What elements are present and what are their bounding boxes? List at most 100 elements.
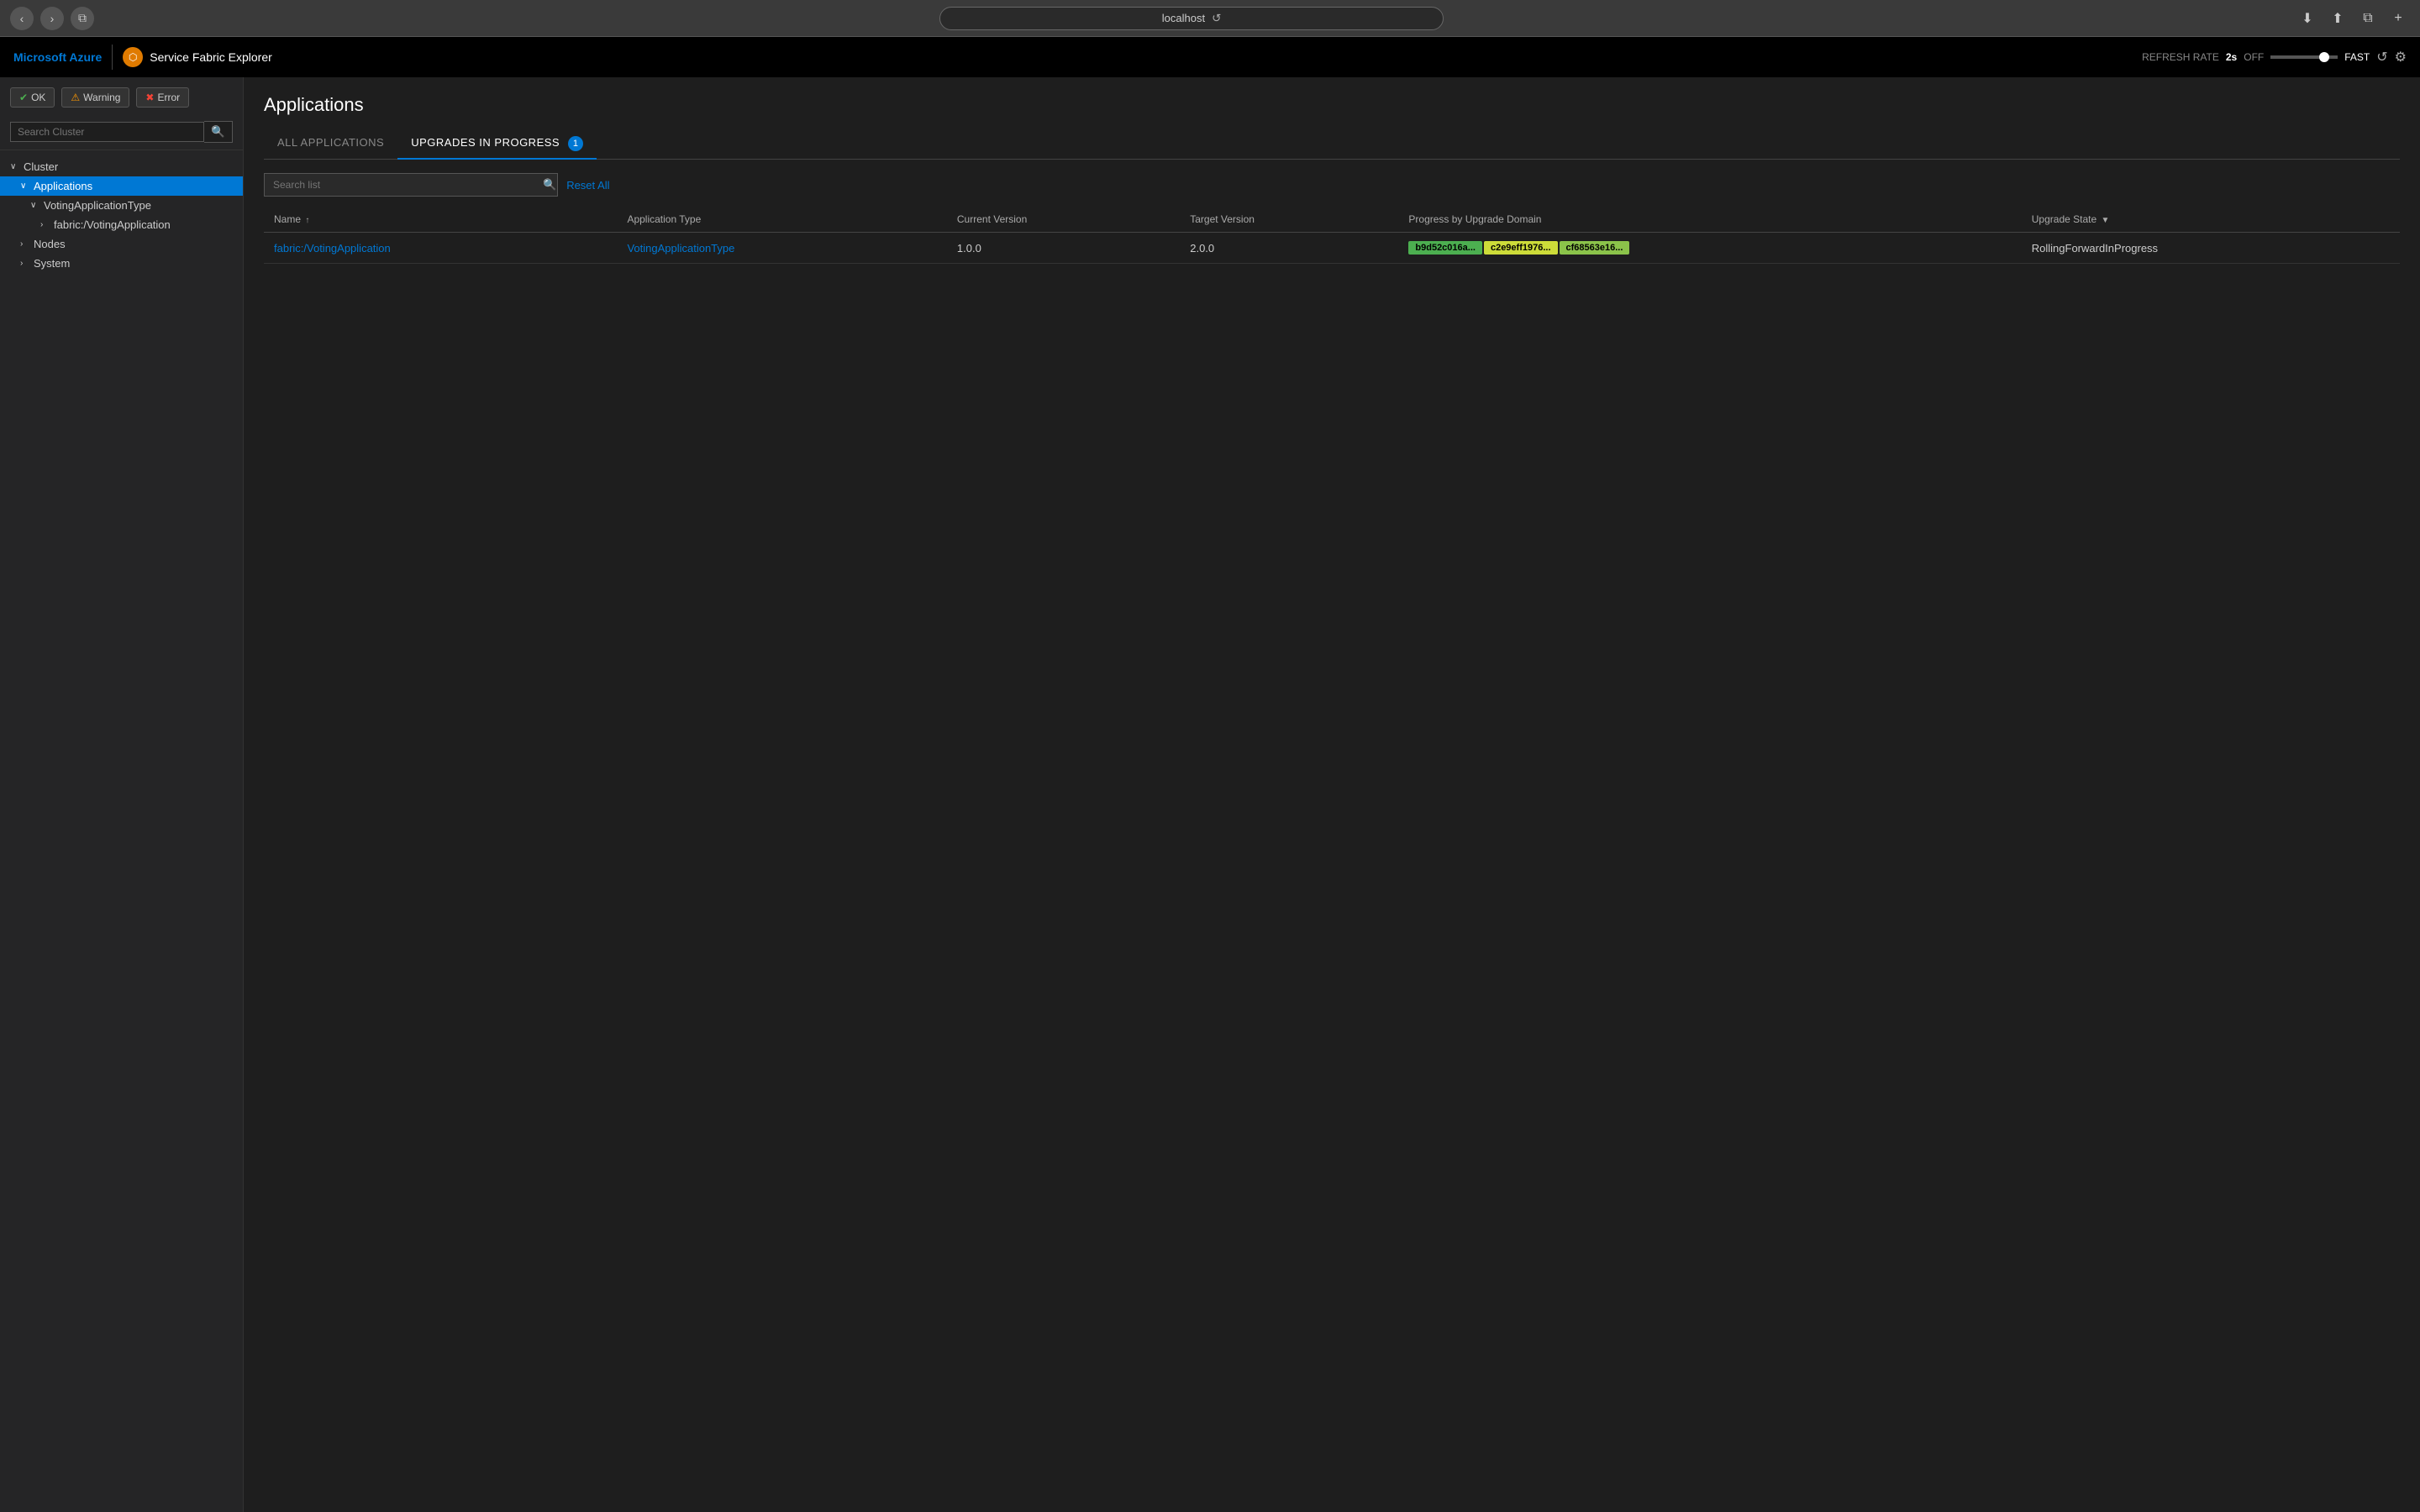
col-application-type: Application Type (617, 207, 946, 233)
refresh-rate-value: 2s (2226, 51, 2237, 63)
col-name-label: Name (274, 213, 301, 225)
tab-upgrades-in-progress[interactable]: UPGRADES IN PROGRESS 1 (397, 129, 597, 160)
refresh-icon[interactable]: ↺ (2376, 49, 2387, 66)
error-status-button[interactable]: ✖ Error (136, 87, 189, 108)
url-text: localhost (1162, 12, 1205, 24)
sidebar: ✔ OK ⚠ Warning ✖ Error 🔍 ∨ (0, 77, 244, 1512)
sort-asc-icon: ↑ (305, 216, 309, 225)
tree-item-label: System (34, 257, 70, 270)
tree-item-label: Cluster (24, 160, 58, 173)
table-search-bar: 🔍 Reset All (264, 173, 2400, 197)
tree-item-cluster[interactable]: ∨ Cluster (0, 157, 243, 176)
slider-track[interactable] (2270, 55, 2338, 59)
error-icon: ✖ (145, 92, 154, 103)
app-title-text: Service Fabric Explorer (150, 50, 272, 64)
chevron-down-icon: ∨ (30, 201, 40, 210)
col-current-ver-label: Current Version (957, 213, 1027, 225)
table-row: fabric:/VotingApplication VotingApplicat… (264, 233, 2400, 264)
search-cluster: 🔍 (0, 114, 243, 150)
download-icon[interactable]: ⬇ (2296, 7, 2319, 30)
status-buttons: ✔ OK ⚠ Warning ✖ Error (0, 77, 243, 114)
col-current-version: Current Version (947, 207, 1180, 233)
row-current-version-cell: 1.0.0 (947, 233, 1180, 264)
app-title: ⬡ Service Fabric Explorer (123, 47, 272, 67)
upgrade-domains: b9d52c016a... c2e9eff1976... cf68563e16.… (1408, 241, 2011, 255)
tab-label: ALL APPLICATIONS (277, 136, 384, 149)
tree-item-applications[interactable]: ∨ Applications (0, 176, 243, 196)
ok-icon: ✔ (19, 92, 28, 103)
right-panel: Applications ALL APPLICATIONS UPGRADES I… (244, 77, 2420, 1512)
top-nav: Microsoft Azure ⬡ Service Fabric Explore… (0, 37, 2420, 77)
current-version-value: 1.0.0 (957, 242, 981, 255)
col-target-version: Target Version (1180, 207, 1398, 233)
col-name[interactable]: Name ↑ (264, 207, 617, 233)
warning-status-button[interactable]: ⚠ Warning (61, 87, 129, 108)
row-domains-cell: b9d52c016a... c2e9eff1976... cf68563e16.… (1398, 233, 2021, 264)
search-list-input[interactable] (264, 173, 558, 197)
search-cluster-button[interactable]: 🔍 (204, 121, 233, 143)
tree-item-nodes[interactable]: › Nodes (0, 234, 243, 254)
new-tab-icon[interactable]: ⧉ (2356, 7, 2380, 30)
tabs: ALL APPLICATIONS UPGRADES IN PROGRESS 1 (264, 129, 2400, 160)
refresh-rate-label: REFRESH RATE (2142, 51, 2219, 63)
chevron-down-icon: ∨ (10, 162, 20, 171)
row-upgrade-state-cell: RollingForwardInProgress (2022, 233, 2400, 264)
speed-slider[interactable] (2270, 55, 2338, 59)
refresh-controls: REFRESH RATE 2s OFF FAST ↺ ⚙ (2142, 49, 2407, 66)
row-target-version-cell: 2.0.0 (1180, 233, 1398, 264)
extend-icon[interactable]: + (2386, 7, 2410, 30)
domain-badge-1[interactable]: b9d52c016a... (1408, 241, 1482, 255)
settings-icon[interactable]: ⚙ (2395, 49, 2407, 66)
tree-item-label: fabric:/VotingApplication (54, 218, 171, 231)
ok-label: OK (31, 92, 45, 103)
warning-label: Warning (83, 92, 120, 103)
tree-item-label: VotingApplicationType (44, 199, 151, 212)
tab-label: UPGRADES IN PROGRESS (411, 136, 560, 149)
slider-knob[interactable] (2319, 52, 2329, 62)
tree-item-system[interactable]: › System (0, 254, 243, 273)
browser-chrome: ‹ › ⧉ localhost ↺ ⬇ ⬆ ⧉ + (0, 0, 2420, 37)
browser-action-buttons: ⬇ ⬆ ⧉ + (2296, 7, 2410, 30)
tree-item-fabric-voting[interactable]: › fabric:/VotingApplication (0, 215, 243, 234)
share-icon[interactable]: ⬆ (2326, 7, 2349, 30)
application-name-link[interactable]: fabric:/VotingApplication (274, 242, 391, 255)
error-label: Error (157, 92, 180, 103)
col-progress-upgrade-domain: Progress by Upgrade Domain (1398, 207, 2021, 233)
address-bar[interactable]: localhost ↺ (939, 7, 1444, 30)
reset-all-button[interactable]: Reset All (566, 179, 609, 192)
tree-nav: ∨ Cluster ∨ Applications ∨ VotingApplica… (0, 150, 243, 280)
forward-button[interactable]: › (40, 7, 64, 30)
window-button[interactable]: ⧉ (71, 7, 94, 30)
filter-icon[interactable]: ▼ (2102, 216, 2110, 225)
target-version-value: 2.0.0 (1190, 242, 1214, 255)
azure-logo: Microsoft Azure (13, 50, 102, 64)
row-app-type-cell: VotingApplicationType (617, 233, 946, 264)
col-app-type-label: Application Type (627, 213, 701, 225)
back-button[interactable]: ‹ (10, 7, 34, 30)
warning-icon: ⚠ (71, 92, 80, 103)
col-upgrade-state[interactable]: Upgrade State ▼ (2022, 207, 2400, 233)
domain-badge-3[interactable]: cf68563e16... (1560, 241, 1630, 255)
speed-label: FAST (2344, 51, 2370, 63)
application-type-link[interactable]: VotingApplicationType (627, 242, 734, 255)
app-icon: ⬡ (123, 47, 143, 67)
domain-badge-2[interactable]: c2e9eff1976... (1484, 241, 1558, 255)
applications-table: Name ↑ Application Type Current Version … (264, 207, 2400, 264)
tree-item-label: Nodes (34, 238, 66, 250)
col-upgrade-state-label: Upgrade State (2032, 213, 2096, 225)
chevron-down-icon: ∨ (20, 181, 30, 191)
refresh-toggle[interactable]: OFF (2244, 51, 2264, 63)
nav-divider (112, 45, 113, 70)
ok-status-button[interactable]: ✔ OK (10, 87, 55, 108)
col-progress-label: Progress by Upgrade Domain (1408, 213, 1541, 225)
col-target-ver-label: Target Version (1190, 213, 1255, 225)
row-name-cell: fabric:/VotingApplication (264, 233, 617, 264)
main-content: ✔ OK ⚠ Warning ✖ Error 🔍 ∨ (0, 77, 2420, 1512)
chevron-right-icon: › (20, 239, 30, 249)
search-cluster-input[interactable] (10, 122, 204, 142)
tree-item-voting-app-type[interactable]: ∨ VotingApplicationType (0, 196, 243, 215)
chevron-right-icon: › (40, 220, 50, 229)
app-container: Microsoft Azure ⬡ Service Fabric Explore… (0, 37, 2420, 1512)
tab-all-applications[interactable]: ALL APPLICATIONS (264, 129, 397, 160)
page-reload-button[interactable]: ↺ (1212, 12, 1221, 25)
